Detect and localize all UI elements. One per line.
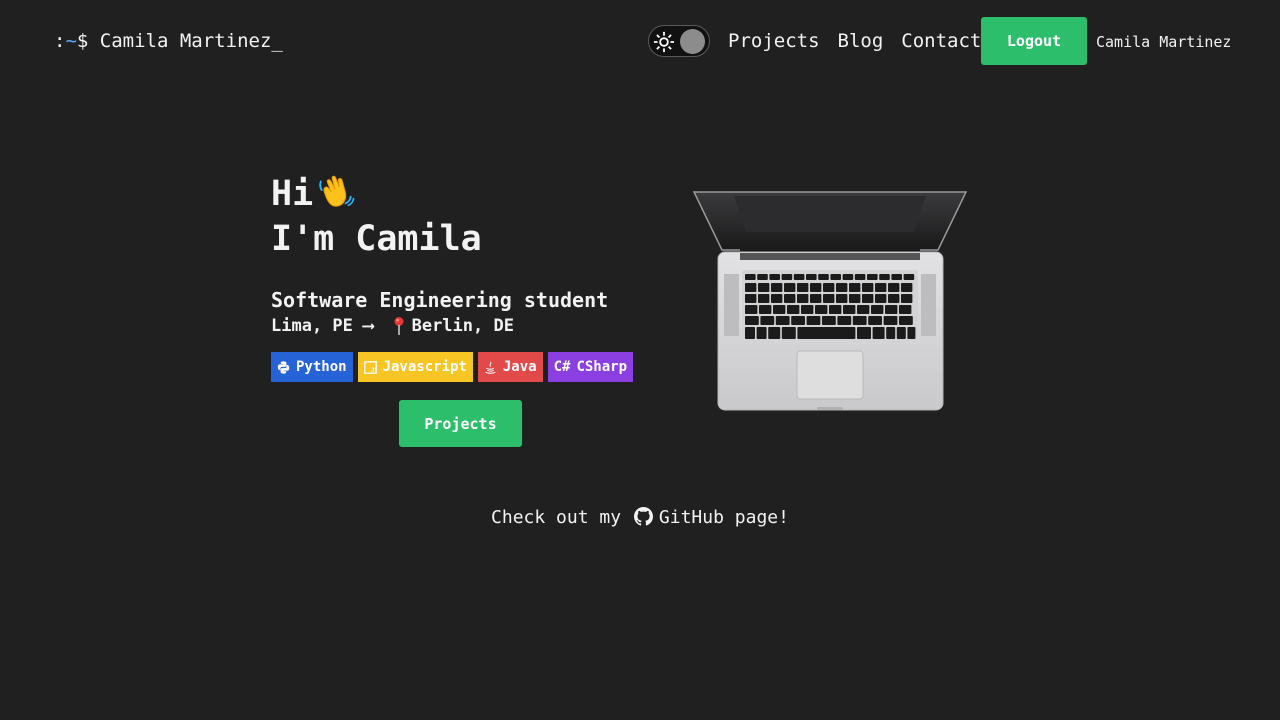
navbar: :~$ Camila Martinez_ Projects Blog Conta…	[0, 0, 1280, 82]
tag-csharp: C# CSharp	[547, 352, 634, 382]
brand-link[interactable]: :~$ Camila Martinez_	[54, 29, 283, 53]
pin-icon	[394, 317, 404, 335]
toggle-knob	[680, 29, 705, 54]
laptop-image	[692, 191, 968, 411]
tag-label: Java	[502, 359, 537, 375]
nav-username: Camila Martinez	[1096, 33, 1232, 51]
brand-prompt-dollar: $	[76, 30, 100, 52]
github-line: Check out my GitHub page!	[0, 506, 1280, 530]
brand-prompt-colon: :	[54, 30, 66, 52]
java-icon	[485, 360, 496, 374]
location-from: Lima, PE ⟶	[271, 316, 384, 336]
hero-greeting: Hi I'm Camila	[271, 172, 482, 262]
svg-text:JS: JS	[370, 367, 376, 373]
nav-link-projects[interactable]: Projects	[728, 29, 820, 53]
hero-location: Lima, PE ⟶ Berlin, DE	[271, 314, 514, 338]
brand-name: Camila Martinez	[99, 30, 272, 52]
github-prefix: Check out my	[491, 507, 632, 528]
nav-link-contact[interactable]: Contact	[901, 29, 981, 53]
sun-icon	[653, 31, 675, 53]
tech-tags: Python JS Javascript Java C# CSharp	[271, 352, 634, 382]
tag-label: Javascript	[382, 359, 467, 375]
greeting-hi: Hi	[271, 174, 314, 214]
tag-javascript: JS Javascript	[357, 352, 473, 382]
brand-prompt-tilde: ~	[65, 30, 77, 52]
tag-label: Python	[296, 359, 347, 375]
hero-subtitle: Software Engineering student	[271, 288, 609, 312]
tag-label: CSharp	[576, 359, 628, 375]
brand-cursor: _	[271, 30, 283, 52]
csharp-icon: C#	[553, 359, 571, 375]
tag-python: Python	[271, 352, 353, 382]
github-icon	[633, 507, 653, 526]
github-link-label: GitHub page!	[658, 507, 789, 528]
python-icon	[277, 360, 290, 374]
nav-links: Projects Blog Contact	[728, 29, 981, 53]
theme-toggle[interactable]	[648, 25, 710, 57]
nav-link-blog[interactable]: Blog	[838, 29, 884, 53]
github-link[interactable]: GitHub page!	[632, 507, 789, 528]
javascript-icon: JS	[363, 360, 377, 374]
projects-button[interactable]: Projects	[399, 400, 522, 447]
tag-java: Java	[477, 352, 543, 382]
waving-hand-icon	[319, 175, 355, 207]
logout-button[interactable]: Logout	[981, 17, 1087, 65]
location-to: Berlin, DE	[411, 316, 514, 336]
greeting-name: I'm Camila	[271, 219, 482, 259]
